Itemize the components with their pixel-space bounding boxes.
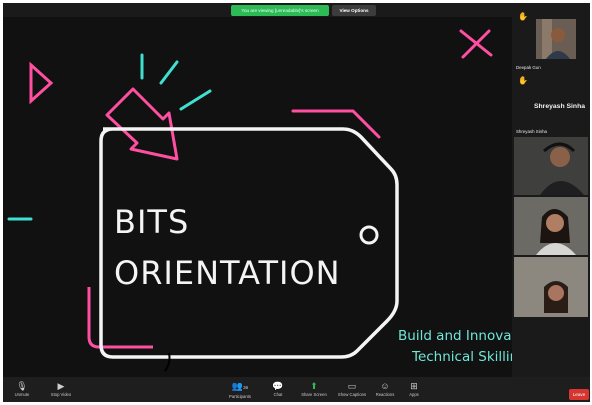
raised-hand-icon: ✋ bbox=[518, 76, 528, 85]
participant-tile[interactable] bbox=[514, 135, 588, 195]
tag-hole bbox=[359, 225, 379, 245]
slide-tagline-line-1: Build and Innovate in bbox=[398, 328, 512, 344]
tag-outline bbox=[99, 127, 399, 359]
chat-icon: 💬 bbox=[272, 381, 284, 391]
raised-hand-icon: ✋ bbox=[518, 12, 528, 21]
neon-arrow bbox=[105, 87, 179, 161]
leave-button[interactable]: Leave bbox=[569, 389, 589, 400]
slide-title-line-2: ORIENTATION bbox=[114, 254, 341, 292]
reactions-button[interactable]: ☺ Reactions bbox=[373, 380, 397, 400]
participant-tile[interactable] bbox=[514, 255, 588, 317]
participant-name-large: Shreyash Sinha bbox=[534, 103, 585, 110]
share-screen-button[interactable]: ⬆ Share Screen bbox=[299, 380, 329, 400]
participant-name: Deepak Gun bbox=[516, 65, 541, 70]
stop-video-button[interactable]: ▶ Stop Video bbox=[47, 380, 75, 400]
meeting-toolbar: 🎙 Unmute ▶ Stop Video 👥36 Participants 💬… bbox=[3, 377, 590, 402]
share-screen-icon: ⬆ bbox=[310, 381, 318, 391]
participant-video bbox=[536, 19, 576, 59]
participant-video bbox=[514, 137, 588, 195]
participants-button[interactable]: 👥36 Participants bbox=[223, 380, 257, 400]
reactions-icon: ☺ bbox=[380, 381, 390, 391]
participants-count: 36 bbox=[243, 385, 249, 390]
participants-icon: 👥36 bbox=[231, 381, 249, 391]
shared-slide: BITS ORIENTATION Build and Innovate in T… bbox=[3, 17, 512, 377]
microphone-muted-icon: 🎙 bbox=[16, 381, 28, 391]
slide-tagline-line-2: Technical Skilling bbox=[412, 349, 512, 365]
spark-line-3 bbox=[179, 89, 212, 111]
participant-strip: ✋ Deepak Gun ✋ Shreyash Sinha Shreyash S… bbox=[512, 9, 590, 377]
share-banner: You are viewing [unreadable]'s screen Vi… bbox=[3, 3, 590, 17]
neon-triangle bbox=[29, 61, 54, 105]
captions-icon: ▭ bbox=[347, 381, 357, 391]
chat-button[interactable]: 💬 Chat bbox=[267, 380, 289, 400]
participant-video bbox=[514, 257, 588, 317]
apps-icon: ⊞ bbox=[410, 381, 418, 391]
spark-line-2 bbox=[159, 60, 179, 85]
neon-accent bbox=[291, 109, 381, 139]
slide-graphics bbox=[7, 29, 493, 372]
view-options-button[interactable]: View Options bbox=[332, 5, 376, 16]
unmute-button[interactable]: 🎙 Unmute bbox=[11, 380, 33, 400]
apps-button[interactable]: ⊞ Apps bbox=[405, 380, 423, 400]
participant-tile[interactable]: ✋ Shreyash Sinha Shreyash Sinha bbox=[514, 73, 588, 135]
participant-tile[interactable] bbox=[514, 195, 588, 255]
show-captions-button[interactable]: ▭ Show Captions bbox=[337, 380, 367, 400]
neon-corner bbox=[87, 287, 153, 349]
slide-title-line-1: BITS bbox=[114, 203, 190, 241]
participant-name: Shreyash Sinha bbox=[516, 129, 547, 134]
participant-video bbox=[514, 197, 588, 255]
zoom-meeting-window: You are viewing [unreadable]'s screen Vi… bbox=[3, 3, 590, 402]
screen-share-notice: You are viewing [unreadable]'s screen bbox=[231, 5, 329, 16]
video-camera-icon: ▶ bbox=[57, 381, 65, 391]
participant-tile[interactable]: ✋ Deepak Gun bbox=[514, 9, 588, 71]
